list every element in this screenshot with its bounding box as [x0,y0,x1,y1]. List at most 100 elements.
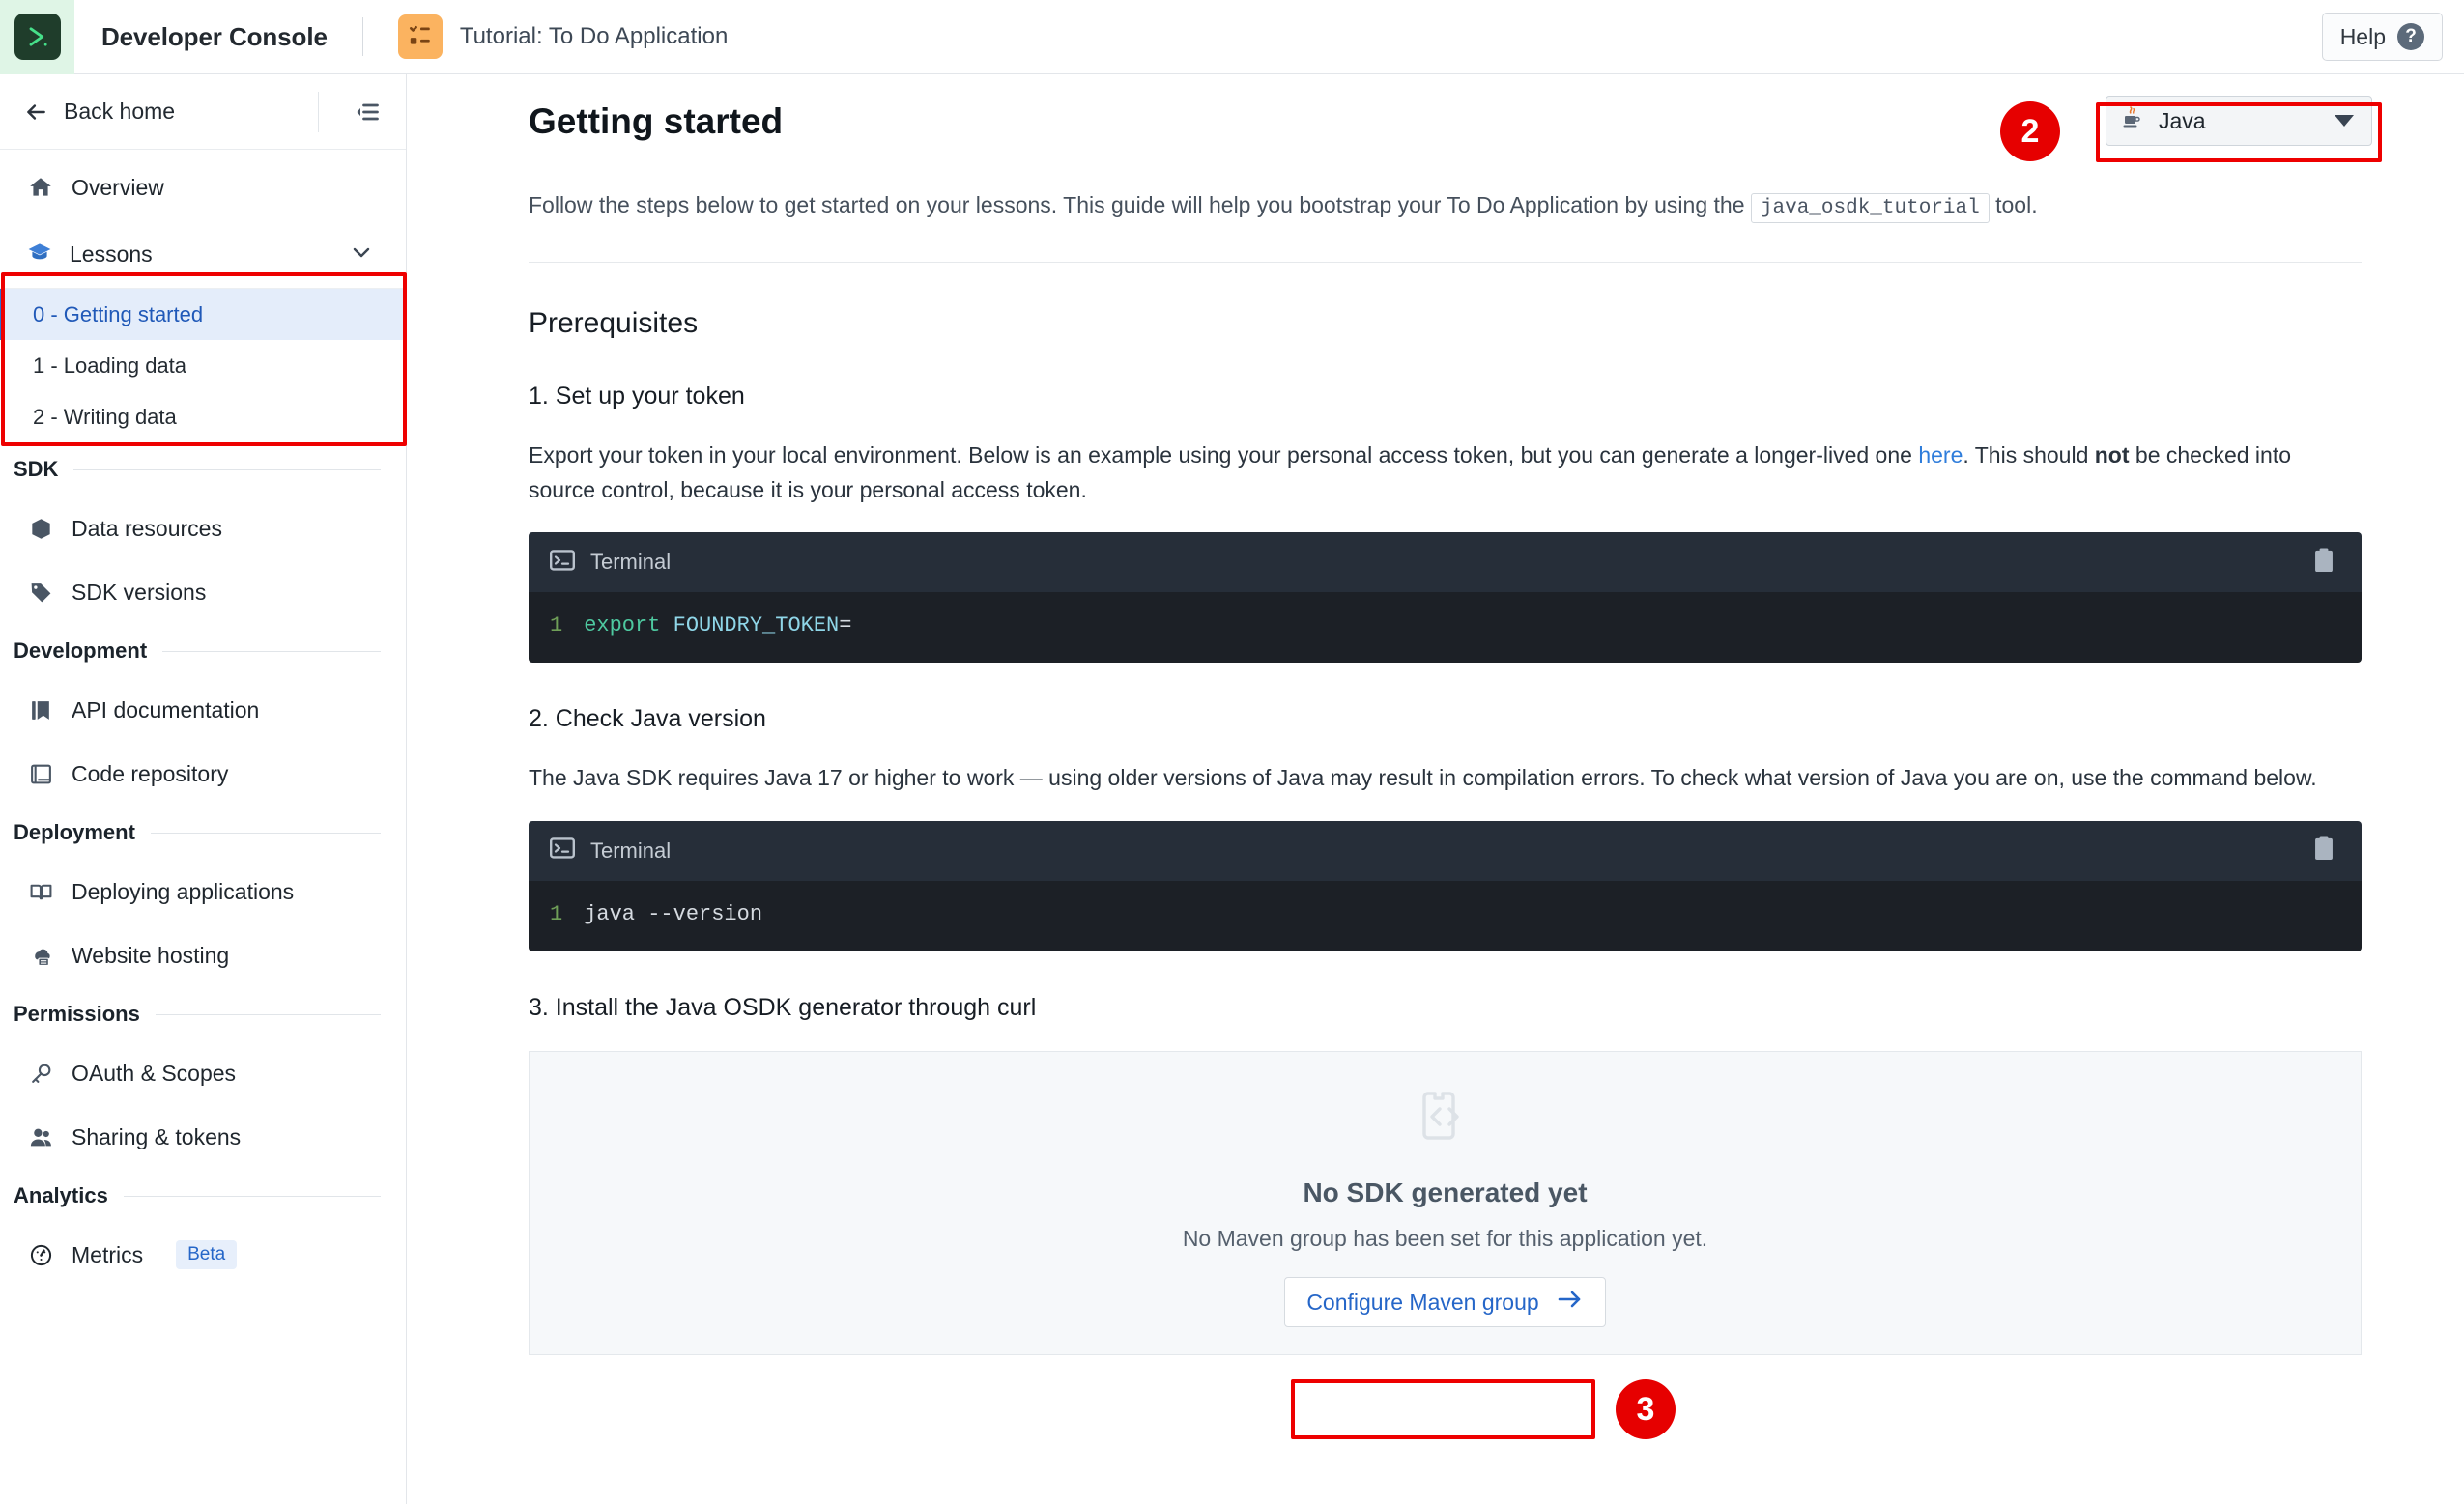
terminal-label: Terminal [590,550,672,575]
cube-icon [27,517,54,541]
sidebar-section-title: Permissions [14,1002,140,1026]
sidebar-lesson-label: 2 - Writing data [33,404,177,429]
step-1-text-a: Export your token in your local environm… [529,441,1919,468]
chevron-down-icon [350,241,373,270]
language-select-value: Java [2159,107,2206,133]
section-rule [150,832,381,834]
sidebar-section-title: Development [14,638,148,663]
sidebar-section-analytics: Analytics [0,1169,406,1223]
step-1-paragraph: Export your token in your local environm… [529,438,2362,508]
line-number: 1 [550,901,563,926]
terminal-block-2: Terminal 1 java --version [529,820,2362,951]
clipboard-copy-icon[interactable] [2311,547,2336,579]
language-select[interactable]: Java [2106,96,2372,146]
annotation-badge-3: 3 [1616,1379,1676,1439]
status-badge: Beta [176,1240,238,1269]
sidebar-lessons-group: Lessons 0 - Getting started 1 - Loading … [0,221,406,442]
intro-paragraph: Follow the steps below to get started on… [529,188,2364,225]
sidebar-item-label: Data resources [72,515,222,541]
sidebar-item-sdk-versions[interactable]: SDK versions [0,560,406,624]
question-circle-icon: ? [2397,23,2424,50]
terminal-icon [550,549,576,577]
chevron-down-icon [2335,115,2354,127]
sidebar-item-label: Overview [72,174,164,200]
book-icon [27,698,54,723]
sidebar-item-website-hosting[interactable]: Website hosting [0,923,406,987]
empty-state-panel: No SDK generated yet No Maven group has … [529,1050,2362,1355]
checklist-icon [397,14,443,59]
configure-maven-group-button[interactable]: Configure Maven group [1284,1277,1606,1328]
sidebar-item-metrics[interactable]: Metrics Beta [0,1223,406,1287]
terminal-body[interactable]: 1 java --version [529,880,2362,951]
sidebar-lesson-2[interactable]: 2 - Writing data [0,391,406,442]
main-content: Getting started Java Follow the steps be… [408,74,2464,1504]
sidebar-item-label: Sharing & tokens [72,1123,242,1149]
terminal-header: Terminal [529,532,2362,593]
tutorial-title: Tutorial: To Do Application [459,23,729,49]
intro-text-before: Follow the steps below to get started on… [529,192,1751,217]
step-2-paragraph: The Java SDK requires Java 17 or higher … [529,765,2317,791]
sidebar-item-oauth-scopes[interactable]: OAuth & Scopes [0,1041,406,1105]
arrow-left-icon [27,103,45,120]
sidebar-back-row: Back home [0,74,406,150]
cloud-server-icon [27,944,54,968]
sidebar-item-deploying-applications[interactable]: Deploying applications [0,860,406,923]
terminal-body[interactable]: 1 export FOUNDRY_TOKEN= [529,592,2362,664]
section-rule [155,1013,381,1015]
sidebar-item-label: Metrics [72,1241,144,1267]
back-home-button[interactable]: Back home [23,99,175,125]
sidebar-item-label: Code repository [72,760,229,786]
command-keyword: export [584,613,661,638]
prerequisites-heading: Prerequisites [529,306,699,339]
sidebar-section-sdk: SDK [0,442,406,497]
repository-icon [27,762,54,786]
step-3-heading: 3. Install the Java OSDK generator throu… [529,993,1037,1021]
home-icon [27,175,54,200]
open-book-icon [27,880,54,904]
sidebar-item-lessons[interactable]: Lessons [0,221,406,289]
sidebar-item-overview[interactable]: Overview [0,156,406,219]
section-rule [73,468,381,470]
sidebar-item-label: Lessons [70,241,153,267]
command-text: java --version [584,901,763,926]
arrow-right-icon [1557,1289,1584,1316]
sidebar: Back home Overview Lessons 0 - Getting s… [0,74,407,1504]
sidebar-section-title: SDK [14,457,59,481]
topbar-divider [361,17,363,56]
sidebar-section-title: Analytics [14,1183,108,1207]
terminal-header: Terminal [529,820,2362,881]
step-1-text-b: . This should [1963,441,2095,468]
empty-state-subtitle: No Maven group has been set for this app… [1182,1226,1708,1252]
terminal-block-1: Terminal 1 export FOUNDRY_TOKEN= [529,532,2362,664]
section-rule [123,1195,381,1197]
step-1-bold-not: not [2094,441,2130,468]
clipboard-copy-icon[interactable] [2311,835,2336,866]
graduation-cap-icon [27,240,52,270]
sidebar-lesson-label: 1 - Loading data [33,353,187,378]
key-icon [27,1062,54,1086]
sidebar-item-api-documentation[interactable]: API documentation [0,678,406,742]
tag-icon [27,581,54,605]
help-button[interactable]: Help ? [2321,13,2443,61]
sidebar-item-code-repository[interactable]: Code repository [0,742,406,806]
sidebar-item-data-resources[interactable]: Data resources [0,497,406,560]
app-logo[interactable] [0,0,74,74]
sidebar-item-sharing-tokens[interactable]: Sharing & tokens [0,1105,406,1169]
here-link[interactable]: here [1918,442,1963,468]
sidebar-lesson-label: 0 - Getting started [33,301,204,326]
sidebar-lesson-1[interactable]: 1 - Loading data [0,340,406,391]
sidebar-divider [318,91,319,132]
section-divider [529,261,2362,263]
line-number: 1 [550,613,563,638]
section-rule [162,650,381,652]
step-2-heading: 2. Check Java version [529,705,766,733]
collapse-panel-icon[interactable] [354,99,381,126]
people-icon [27,1125,54,1149]
intro-text-after: tool. [1989,192,2038,217]
sidebar-item-label: OAuth & Scopes [72,1060,237,1086]
empty-state-title: No SDK generated yet [1303,1178,1588,1208]
sidebar-lesson-0[interactable]: 0 - Getting started [0,289,406,340]
back-home-label: Back home [64,99,176,124]
help-label: Help [2339,23,2386,49]
terminal-label: Terminal [590,837,672,863]
